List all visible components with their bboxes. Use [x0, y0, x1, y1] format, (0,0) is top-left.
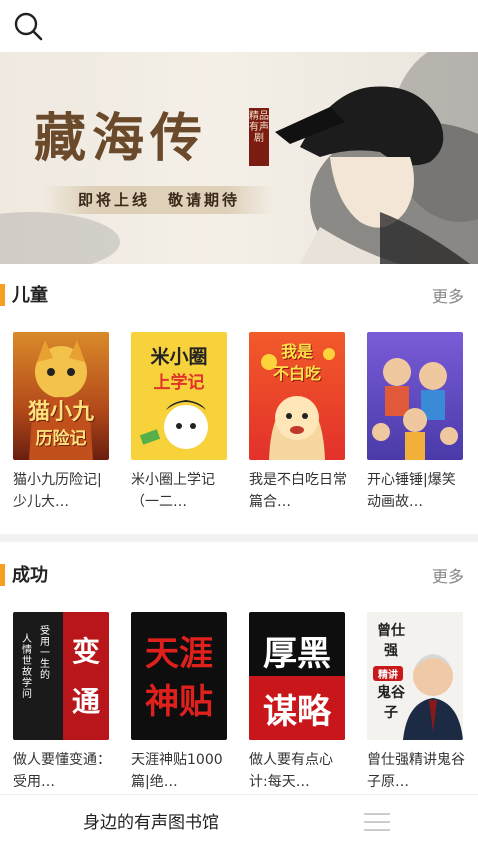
section-title: 儿童	[12, 285, 48, 306]
book-title: 天涯神贴1000篇|绝…	[131, 752, 223, 790]
book-card[interactable]: 米小圈 上学记 米小圈上学记（一二…	[131, 332, 231, 513]
promo-banner[interactable]: 藏海传 精品有声剧 即将上线 敬请期待	[0, 52, 478, 264]
more-link[interactable]: 更多	[432, 566, 464, 588]
cover-title: 变	[71, 635, 100, 668]
search-icon[interactable]	[12, 10, 46, 44]
book-cover: 我是 不白吃	[249, 332, 345, 460]
book-card[interactable]: 天涯 神贴 天涯神贴1000篇|绝…	[131, 612, 231, 793]
book-card[interactable]: 开心锤锤|爆笑动画故…	[367, 332, 467, 513]
book-cover	[367, 332, 463, 460]
cover-title: 天涯	[145, 634, 213, 674]
banner-subtitle: 即将上线 敬请期待	[44, 186, 274, 214]
book-title: 开心锤锤|爆笑动画故…	[367, 472, 456, 510]
book-title: 曾仕强精讲鬼谷子原…	[367, 752, 465, 790]
book-cover: 厚黑 谋略	[249, 612, 345, 740]
banner-title: 藏海传	[34, 108, 209, 169]
book-title: 做人要懂变通：受用…	[13, 752, 111, 790]
book-title: 米小圈上学记（一二…	[131, 472, 215, 510]
cover-tagline: 受用一生的	[40, 626, 50, 681]
section-divider	[0, 534, 478, 542]
cover-tagline: 人情世故学问	[22, 634, 32, 700]
top-bar	[0, 0, 478, 52]
cover-title: 猫小九	[27, 399, 94, 425]
cover-subtitle: 不白吃	[272, 364, 321, 383]
section-header-children: 儿童 更多	[0, 274, 478, 318]
section-accent-bar	[0, 564, 5, 586]
menu-icon[interactable]	[362, 809, 392, 837]
bottom-bar: 身边的有声图书馆	[0, 794, 478, 850]
cover-subtitle: 鬼谷子	[377, 685, 405, 721]
cover-title: 曾仕强	[377, 623, 405, 659]
more-link[interactable]: 更多	[432, 286, 464, 308]
cover-tag: 精讲	[373, 666, 403, 681]
section-title: 成功	[12, 565, 48, 586]
book-card[interactable]: 厚黑 谋略 做人要有点心计:每天…	[249, 612, 349, 793]
cover-title: 我是	[280, 342, 313, 361]
cover-subtitle: 谋略	[263, 692, 331, 732]
cover-subtitle: 历险记	[35, 429, 87, 449]
book-card[interactable]: 我是 不白吃 我是不白吃日常篇合…	[249, 332, 349, 513]
library-label[interactable]: 身边的有声图书馆	[83, 812, 219, 834]
section-accent-bar	[0, 284, 5, 306]
book-card[interactable]: 曾仕强 精讲 鬼谷子 曾仕强精讲鬼谷子原…	[367, 612, 467, 793]
book-title: 我是不白吃日常篇合…	[249, 472, 347, 510]
book-title: 猫小九历险记|少儿大…	[13, 472, 102, 510]
cover-subtitle: 通	[71, 685, 100, 718]
cover-title: 厚黑	[263, 634, 331, 674]
cover-title: 米小圈	[150, 346, 208, 368]
section-header-success: 成功 更多	[0, 554, 478, 598]
book-title: 做人要有点心计:每天…	[249, 752, 333, 790]
book-card[interactable]: 变 通 受用一生的 人情世故学问 做人要懂变通：受用…	[13, 612, 113, 793]
book-cover: 猫小九 历险记	[13, 332, 109, 460]
cover-subtitle: 神贴	[145, 682, 213, 722]
book-cover: 变 通 受用一生的 人情世故学问	[13, 612, 109, 740]
banner-seal: 精品有声剧	[249, 108, 269, 166]
cover-subtitle: 上学记	[153, 373, 205, 393]
book-card[interactable]: 猫小九 历险记 猫小九历险记|少儿大…	[13, 332, 113, 513]
book-cover: 米小圈 上学记	[131, 332, 227, 460]
book-cover: 天涯 神贴	[131, 612, 227, 740]
book-cover: 曾仕强 精讲 鬼谷子	[367, 612, 463, 740]
